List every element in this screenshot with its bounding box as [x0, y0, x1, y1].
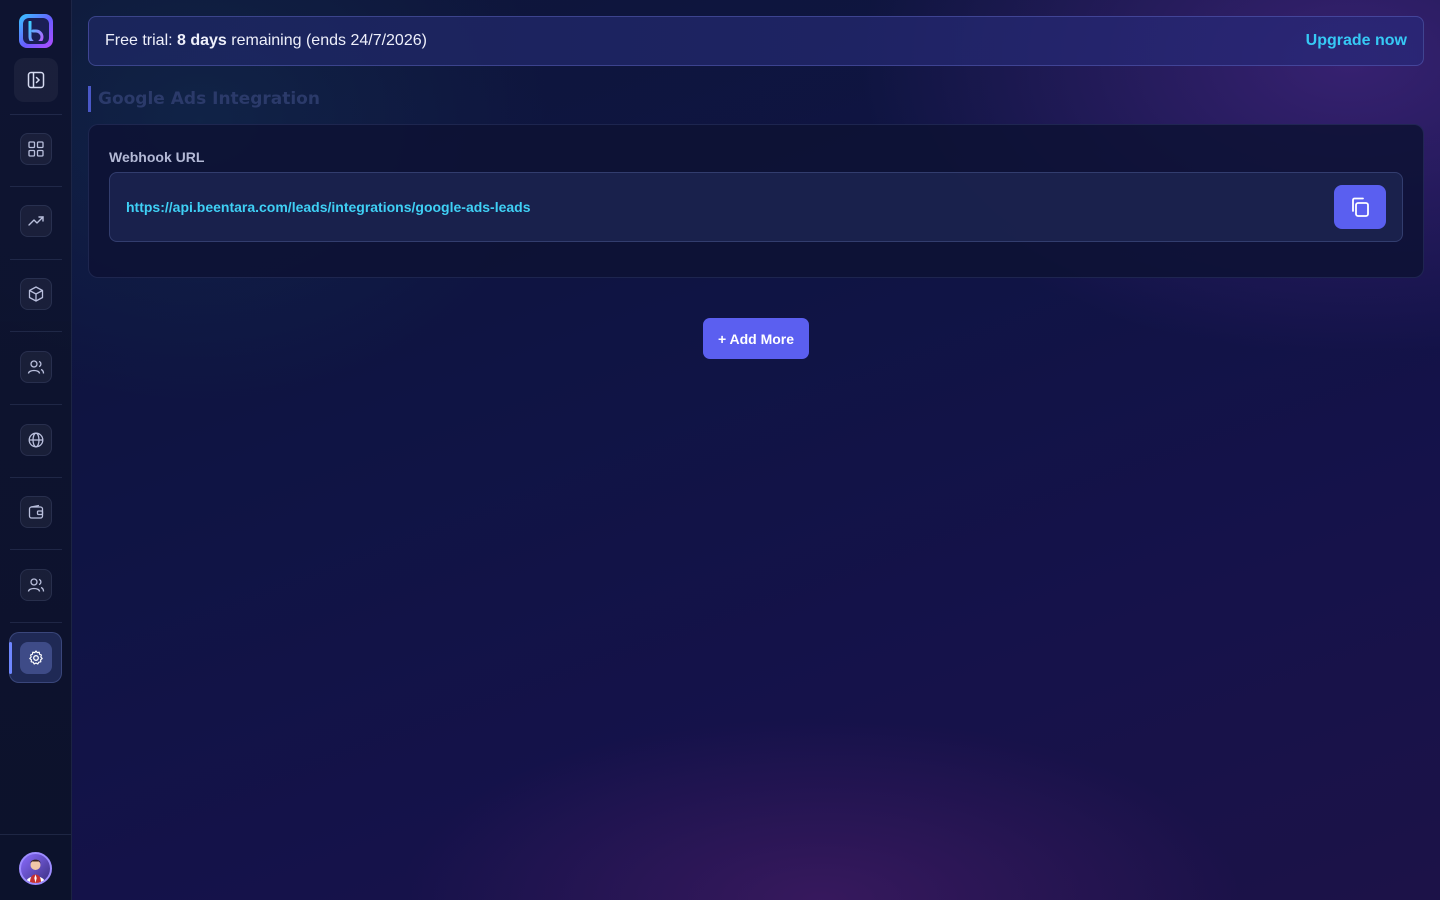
nav-item-settings[interactable] — [9, 632, 62, 683]
nav-divider — [10, 259, 62, 260]
copy-url-button[interactable] — [1334, 185, 1386, 229]
nav-divider — [10, 114, 62, 115]
upgrade-now-link[interactable]: Upgrade now — [1306, 32, 1407, 50]
logo-mark-icon — [23, 18, 49, 44]
dashboard-icon — [28, 141, 44, 157]
trial-banner: Free trial: 8 days remaining (ends 24/7/… — [88, 16, 1424, 66]
globe-icon — [28, 432, 44, 448]
webhook-url-field[interactable]: https://api.beentara.com/leads/integrati… — [109, 172, 1403, 242]
nav-item-team[interactable] — [20, 569, 52, 601]
users-icon — [27, 360, 45, 374]
logo[interactable] — [19, 14, 53, 48]
page-title: Google Ads Integration — [88, 86, 320, 112]
wallet-icon — [28, 504, 44, 519]
copy-icon — [1352, 197, 1369, 217]
package-icon — [28, 286, 44, 302]
nav-divider — [10, 404, 62, 405]
trial-message: Free trial: 8 days remaining (ends 24/7/… — [105, 32, 427, 50]
webhook-url-value[interactable]: https://api.beentara.com/leads/integrati… — [126, 199, 531, 215]
nav-divider — [10, 549, 62, 550]
trial-prefix: Free trial: — [105, 32, 178, 49]
webhook-url-label: Webhook URL — [109, 149, 205, 165]
nav-item-analytics[interactable] — [20, 205, 52, 237]
panel-toggle-icon — [27, 71, 45, 89]
sidebar-toggle-button[interactable] — [14, 58, 58, 102]
nav-divider — [10, 622, 62, 623]
nav-divider — [0, 834, 71, 835]
nav-item-leads[interactable] — [20, 351, 52, 383]
webhook-card: Webhook URL https://api.beentara.com/lea… — [88, 124, 1424, 278]
nav-divider — [10, 477, 62, 478]
avatar[interactable] — [19, 852, 52, 885]
nav-divider — [10, 186, 62, 187]
active-indicator — [9, 642, 12, 674]
nav-divider — [10, 331, 62, 332]
trial-suffix: remaining (ends 24/7/2026) — [226, 32, 427, 49]
nav-item-products[interactable] — [20, 278, 52, 310]
nav-item-dashboard[interactable] — [20, 133, 52, 165]
add-more-button[interactable]: + Add More — [703, 318, 809, 359]
nav-item-billing[interactable] — [20, 496, 52, 528]
settings-icon — [28, 649, 43, 665]
trial-days: 8 days — [177, 32, 227, 49]
sidebar — [0, 0, 72, 900]
user-avatar-icon — [26, 859, 45, 883]
settings-button[interactable] — [19, 641, 52, 674]
trending-icon — [28, 216, 44, 226]
team-icon — [27, 578, 45, 592]
nav-item-web[interactable] — [20, 424, 52, 456]
